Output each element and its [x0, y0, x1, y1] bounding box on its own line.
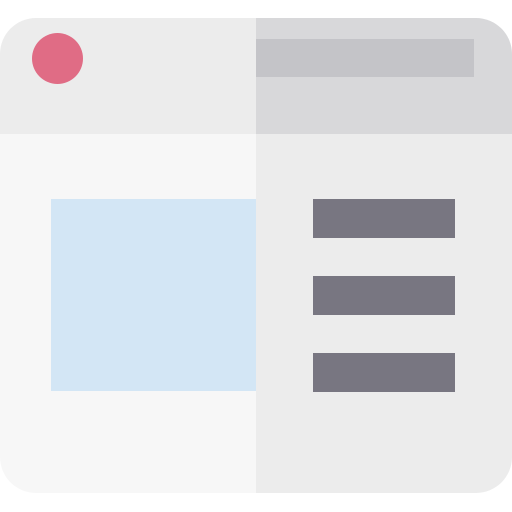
- text-line-icon: [313, 276, 455, 315]
- address-bar[interactable]: [256, 39, 474, 77]
- image-placeholder-icon: [51, 199, 256, 391]
- close-dot-icon[interactable]: [32, 33, 83, 84]
- text-line-icon: [313, 353, 455, 392]
- text-line-icon: [313, 199, 455, 238]
